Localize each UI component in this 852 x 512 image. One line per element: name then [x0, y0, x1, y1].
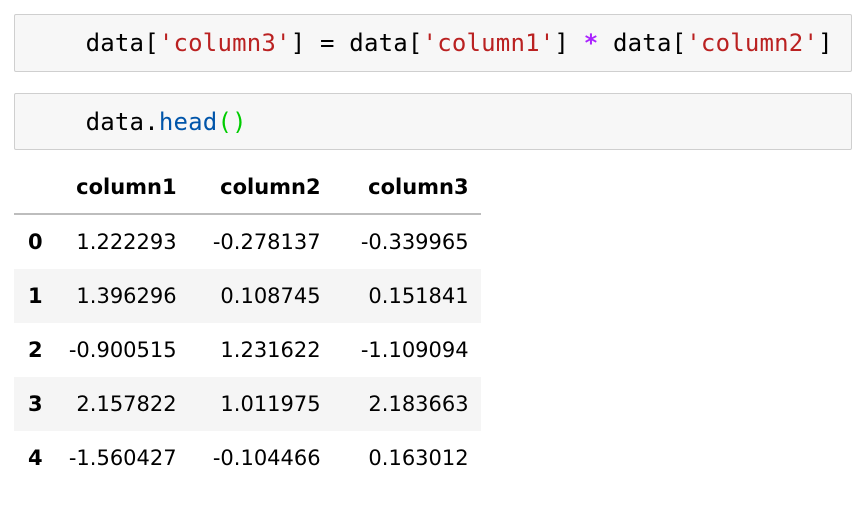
dataframe-output: column1 column2 column3 0 1.222293 -0.27…: [14, 161, 481, 485]
code-token: 'column3': [158, 29, 291, 57]
table-row: 4 -1.560427 -0.104466 0.163012: [14, 431, 481, 485]
code-token: ]: [818, 29, 833, 57]
code-cell-2[interactable]: data.head(): [14, 93, 852, 150]
code-cell-1[interactable]: data['column3'] = data['column1'] * data…: [14, 14, 852, 72]
column-header: column1: [56, 161, 189, 215]
table-cell: -0.339965: [360, 230, 469, 254]
table-cell: 2.183663: [368, 392, 469, 416]
code-token: ] = data[: [290, 29, 423, 57]
code-token: data[: [85, 29, 159, 57]
code-token: *: [583, 29, 599, 57]
column-header: column2: [188, 161, 333, 215]
table-row: 0 1.222293 -0.278137 -0.339965: [14, 214, 481, 269]
code-token: ]: [554, 29, 584, 57]
table-cell: -0.104466: [212, 446, 321, 470]
row-index: 1: [28, 284, 43, 308]
table-cell: 0.108745: [220, 284, 321, 308]
code-token: data[: [598, 29, 687, 57]
table-cell: 1.231622: [220, 338, 321, 362]
table-cell: 0.151841: [368, 284, 469, 308]
table-cell: -0.278137: [212, 230, 321, 254]
code-token: head: [158, 107, 218, 136]
table-row: 2 -0.900515 1.231622 -1.109094: [14, 323, 481, 377]
index-header: [14, 161, 57, 215]
table-cell: 2.157822: [76, 392, 177, 416]
row-index: 2: [28, 338, 43, 362]
code-line[interactable]: data.head(): [27, 80, 247, 164]
code-token: 'column1': [422, 29, 555, 57]
table-cell: -1.560427: [68, 446, 177, 470]
table-row: 1 1.396296 0.108745 0.151841: [14, 269, 481, 323]
row-index: 3: [28, 392, 43, 416]
code-token: 'column2': [686, 29, 819, 57]
code-token: data.: [85, 107, 159, 136]
table-cell: 1.396296: [76, 284, 177, 308]
column-header: column3: [332, 161, 481, 215]
row-index: 0: [28, 230, 43, 254]
code-line[interactable]: data['column3'] = data['column1'] * data…: [27, 1, 833, 85]
table-cell: 1.222293: [76, 230, 177, 254]
row-index: 4: [28, 446, 43, 470]
table-cell: -1.109094: [360, 338, 469, 362]
table-header-row: column1 column2 column3: [14, 161, 481, 215]
table-row: 3 2.157822 1.011975 2.183663: [14, 377, 481, 431]
code-token: (): [217, 107, 247, 136]
table-cell: 1.011975: [220, 392, 321, 416]
table-cell: 0.163012: [368, 446, 469, 470]
table-cell: -0.900515: [68, 338, 177, 362]
